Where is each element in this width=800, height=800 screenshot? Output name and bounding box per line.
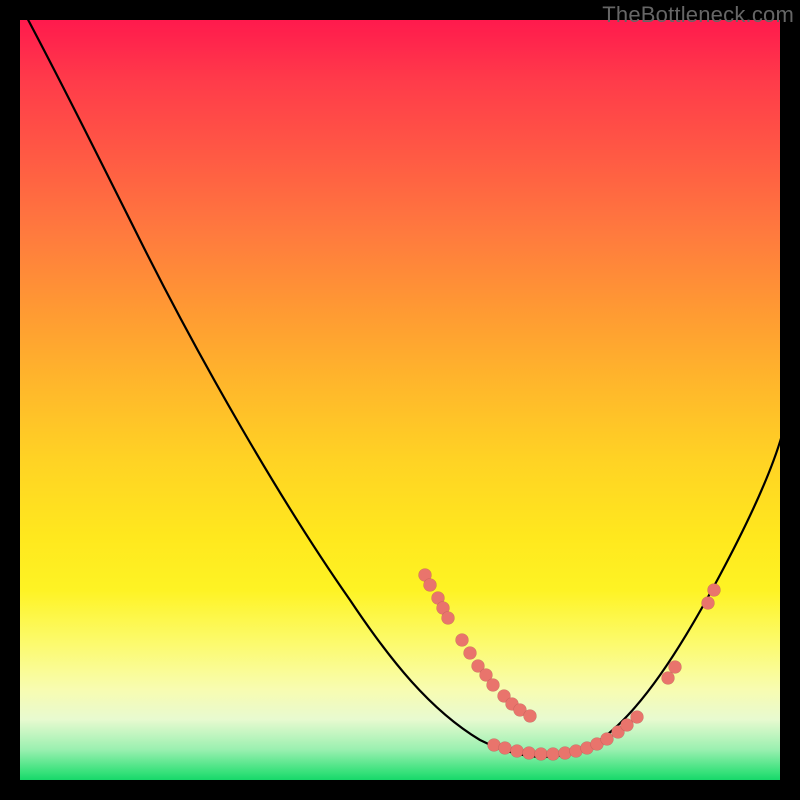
data-point bbox=[708, 584, 721, 597]
data-point bbox=[464, 647, 477, 660]
data-point bbox=[499, 742, 512, 755]
data-point bbox=[669, 661, 682, 674]
data-point bbox=[511, 745, 524, 758]
data-point bbox=[631, 711, 644, 724]
data-point bbox=[442, 612, 455, 625]
data-points-group bbox=[419, 569, 721, 761]
curve-plot bbox=[20, 20, 780, 780]
bottleneck-curve bbox=[24, 12, 782, 757]
data-point bbox=[547, 748, 560, 761]
data-point bbox=[456, 634, 469, 647]
data-point bbox=[662, 672, 675, 685]
data-point bbox=[487, 679, 500, 692]
data-point bbox=[535, 748, 548, 761]
data-point bbox=[702, 597, 715, 610]
data-point bbox=[524, 710, 537, 723]
data-point bbox=[424, 579, 437, 592]
data-point bbox=[523, 747, 536, 760]
data-point bbox=[601, 733, 614, 746]
